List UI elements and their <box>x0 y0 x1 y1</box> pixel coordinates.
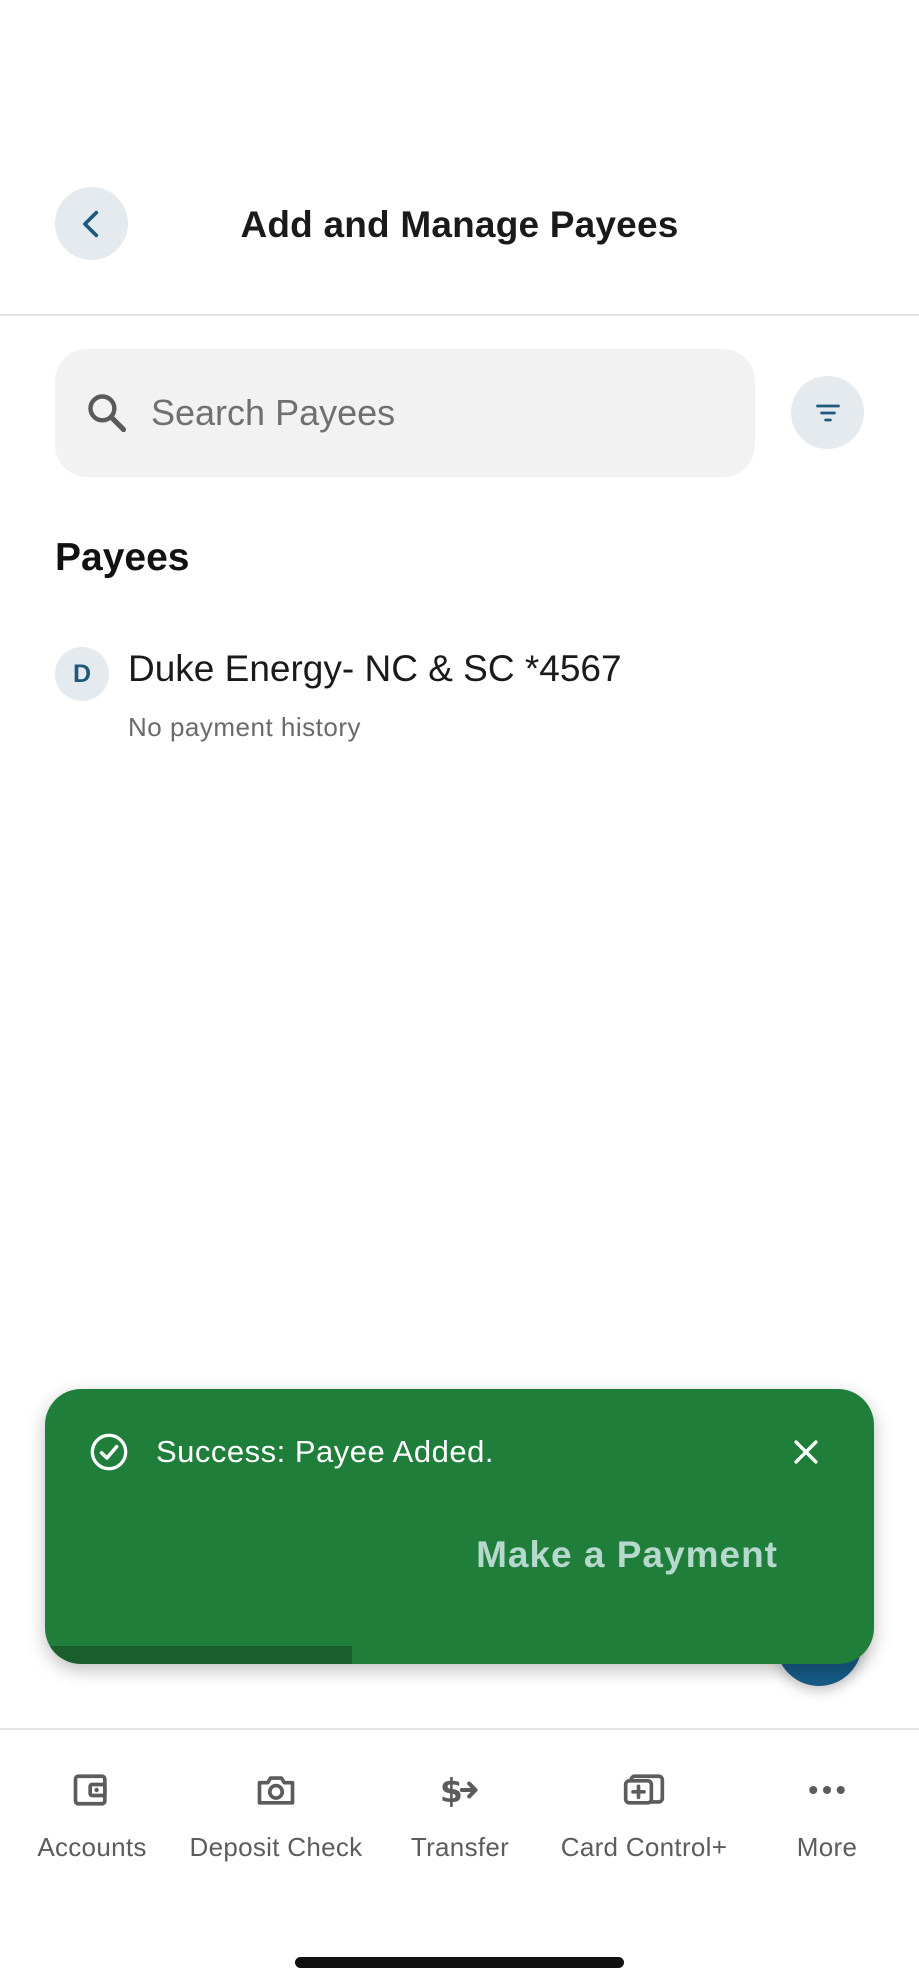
filter-icon <box>815 404 840 421</box>
payees-screen: Add and Manage Payees Payees D Duke Ener… <box>0 0 919 1980</box>
search-icon <box>88 394 127 433</box>
nav-card-control[interactable]: Card Control+ <box>552 1768 736 1863</box>
nav-deposit-check[interactable]: Deposit Check <box>184 1768 368 1863</box>
search-input[interactable] <box>151 349 731 477</box>
card-control-icon <box>623 1774 665 1805</box>
nav-label: Accounts <box>37 1832 147 1862</box>
svg-text:$: $ <box>440 1771 463 1810</box>
filter-button[interactable] <box>791 376 864 449</box>
nav-label: Deposit Check <box>189 1832 363 1862</box>
toast-progress-bar <box>45 1646 352 1664</box>
wallet-icon <box>73 1774 107 1806</box>
nav-label: Transfer <box>410 1832 510 1862</box>
payee-avatar: D <box>55 647 109 701</box>
dollar-transfer-icon: $ <box>440 1771 478 1810</box>
payee-subtitle: No payment history <box>128 712 361 742</box>
payees-heading: Payees <box>55 536 190 579</box>
check-circle-icon <box>90 1433 128 1471</box>
payee-item[interactable]: D Duke Energy- NC & SC *4567 No payment … <box>55 636 865 746</box>
bottom-nav: Accounts Deposit Check $ Transfer Card C… <box>0 1728 919 1980</box>
toast-progress-track <box>45 1646 874 1664</box>
nav-label: Card Control+ <box>560 1832 728 1862</box>
toast-message: Success: Payee Added. <box>156 1434 494 1469</box>
search-bar[interactable] <box>55 349 755 477</box>
close-icon[interactable] <box>789 1435 823 1469</box>
nav-accounts[interactable]: Accounts <box>0 1768 184 1863</box>
payee-name: Duke Energy- NC & SC *4567 <box>128 648 622 689</box>
camera-icon <box>257 1776 295 1805</box>
page-title: Add and Manage Payees <box>240 204 679 245</box>
nav-label: More <box>796 1832 858 1862</box>
make-payment-button[interactable]: Make a Payment <box>476 1534 778 1576</box>
home-indicator <box>295 1957 624 1968</box>
app-header: Add and Manage Payees <box>0 0 919 316</box>
more-dots-icon <box>809 1785 845 1795</box>
success-toast: Success: Payee Added. Make a Payment <box>45 1389 874 1664</box>
nav-transfer[interactable]: $ Transfer <box>368 1768 552 1863</box>
nav-more[interactable]: More <box>735 1768 919 1863</box>
